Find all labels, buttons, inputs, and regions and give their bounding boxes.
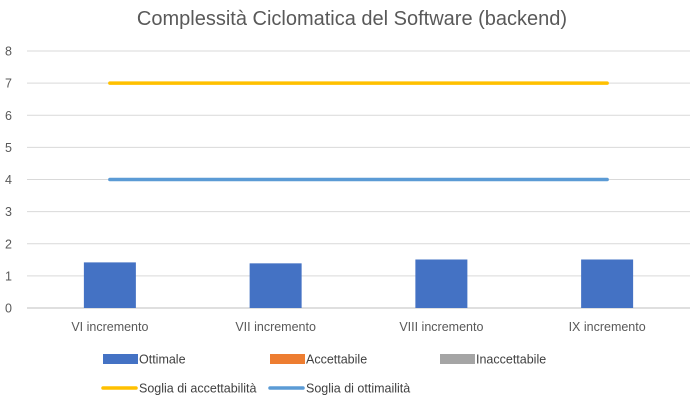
x-axis-ticks: VI incremento VII incremento VIII incremen… [71,320,645,334]
legend-label: Accettabile [306,353,367,367]
y-tick-label: 4 [5,173,12,187]
legend-label: Inaccettabile [476,353,546,367]
legend-swatch [103,354,138,364]
y-tick-label: 2 [5,237,12,251]
y-tick-label: 8 [5,45,12,59]
bar [83,262,136,308]
bar [249,263,302,308]
legend-label: Soglia di accettabilità [139,382,256,396]
bars [83,259,634,308]
y-tick-label: 3 [5,205,12,219]
legend-label: Ottimale [139,353,186,367]
x-tick-label: VII incremento [235,320,316,334]
y-tick-label: 7 [5,77,12,91]
legend-label: Soglia di ottimailità [306,382,410,396]
y-tick-label: 1 [5,269,12,283]
bar [415,259,468,308]
legend-swatch [270,354,305,364]
chart-title: Complessità Ciclomatica del Software (ba… [137,8,567,30]
x-tick-label: VIII incremento [399,320,483,334]
y-tick-label: 6 [5,109,12,123]
threshold-lines [108,81,609,182]
y-tick-label: 5 [5,141,12,155]
x-tick-label: VI incremento [71,320,148,334]
y-tick-label: 0 [5,302,12,316]
chart: Complessità Ciclomatica del Software (ba… [5,8,690,396]
legend: Ottimale Accettabile Inaccettabile Soglia d… [101,353,546,396]
y-axis-ticks: 0 1 2 3 4 5 6 7 8 [5,45,12,316]
x-tick-label: IX incremento [569,320,646,334]
bar [581,259,634,308]
legend-swatch [440,354,475,364]
